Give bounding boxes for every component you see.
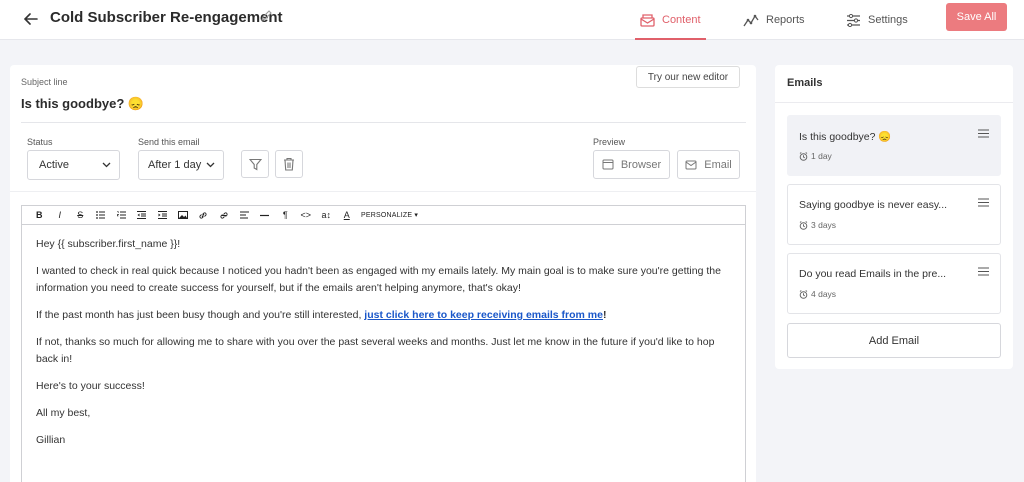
delete-button[interactable] bbox=[275, 150, 303, 178]
delay-label: 1 day bbox=[811, 151, 832, 161]
email-list-item[interactable]: Is this goodbye? 😞 1 day bbox=[787, 115, 1001, 176]
alarm-clock-icon bbox=[799, 151, 808, 161]
status-value: Active bbox=[39, 159, 69, 171]
alarm-clock-icon bbox=[799, 289, 808, 299]
numbered-list-icon[interactable] bbox=[111, 206, 132, 225]
drag-handle-icon[interactable] bbox=[978, 267, 989, 276]
pencil-icon[interactable] bbox=[260, 9, 274, 25]
tab-content[interactable]: Content bbox=[635, 0, 706, 40]
chart-icon bbox=[743, 14, 759, 26]
back-arrow-icon[interactable] bbox=[20, 8, 42, 30]
rich-text-editor[interactable]: B I S ¶ <> a↕ A PERSONALIZE ▾ Hey {{ sub… bbox=[21, 205, 746, 482]
sliders-icon bbox=[847, 13, 860, 27]
emails-sidebar: Emails Is this goodbye? 😞 1 day Saying g… bbox=[775, 65, 1013, 369]
email-delay: 1 day bbox=[799, 151, 832, 161]
email-delay: 3 days bbox=[799, 220, 836, 230]
status-select[interactable]: Active bbox=[27, 150, 120, 180]
email-list-item[interactable]: Do you read Emails in the pre... 4 days bbox=[787, 253, 1001, 314]
email-delay: 4 days bbox=[799, 289, 836, 299]
send-email-label: Send this email bbox=[138, 137, 200, 147]
tab-reports-label: Reports bbox=[766, 14, 805, 26]
subject-line-label: Subject line bbox=[21, 77, 68, 87]
divider bbox=[775, 102, 1013, 103]
body-paragraph: All my best, bbox=[36, 407, 91, 419]
greeting-text: Hey {{ subscriber.first_name }}! bbox=[36, 238, 181, 250]
divider bbox=[21, 122, 746, 123]
envelope-icon bbox=[685, 160, 697, 169]
body-paragraph: Here's to your success! bbox=[36, 380, 145, 392]
subject-line-input[interactable]: Is this goodbye? 😞 bbox=[21, 96, 144, 112]
bold-button[interactable]: B bbox=[29, 206, 50, 225]
page-title: Cold Subscriber Re-engagement bbox=[50, 9, 283, 26]
paragraph-button[interactable]: ¶ bbox=[275, 206, 296, 225]
text-span: ! bbox=[602, 309, 607, 321]
delay-label: 3 days bbox=[811, 220, 837, 230]
alarm-clock-icon bbox=[799, 220, 808, 230]
bullet-list-icon[interactable] bbox=[91, 206, 112, 225]
status-label: Status bbox=[27, 137, 53, 147]
tab-reports[interactable]: Reports bbox=[743, 0, 805, 40]
filter-icon bbox=[248, 158, 262, 170]
code-button[interactable]: <> bbox=[296, 206, 317, 225]
keep-receiving-link[interactable]: just click here to keep receiving emails… bbox=[364, 309, 603, 321]
font-color-button[interactable]: A bbox=[337, 206, 358, 225]
trash-icon bbox=[284, 157, 294, 171]
send-delay-select[interactable]: After 1 day bbox=[138, 150, 224, 180]
align-left-icon[interactable] bbox=[234, 206, 255, 225]
send-delay-value: After 1 day bbox=[148, 159, 202, 171]
drag-handle-icon[interactable] bbox=[978, 198, 989, 207]
chevron-down-icon bbox=[102, 162, 111, 168]
chevron-down-icon bbox=[206, 162, 215, 168]
unlink-icon[interactable] bbox=[214, 206, 235, 225]
strikethrough-button[interactable]: S bbox=[70, 206, 91, 225]
divider bbox=[10, 191, 756, 192]
personalize-dropdown[interactable]: PERSONALIZE ▾ bbox=[361, 211, 418, 219]
link-icon[interactable] bbox=[193, 206, 214, 225]
tab-settings[interactable]: Settings bbox=[846, 0, 908, 40]
text-span: If the past month has just been busy tho… bbox=[36, 309, 365, 321]
email-label: Email bbox=[704, 158, 732, 171]
top-bar: Cold Subscriber Re-engagement Content Re… bbox=[0, 0, 1024, 40]
editor-body[interactable]: Hey {{ subscriber.first_name }}! I wante… bbox=[22, 225, 745, 470]
save-all-button[interactable]: Save All bbox=[946, 3, 1007, 31]
editor-toolbar: B I S ¶ <> a↕ A PERSONALIZE ▾ bbox=[22, 206, 745, 225]
tab-content-label: Content bbox=[662, 14, 701, 26]
filter-button[interactable] bbox=[241, 150, 269, 178]
sidebar-title: Emails bbox=[787, 77, 823, 89]
email-editor-card: Subject line Is this goodbye? 😞 Try our … bbox=[10, 65, 756, 482]
body-paragraph: If the past month has just been busy tho… bbox=[36, 307, 731, 324]
drag-handle-icon[interactable] bbox=[978, 129, 989, 138]
browser-icon bbox=[602, 159, 614, 170]
try-new-editor-button[interactable]: Try our new editor bbox=[636, 66, 740, 88]
body-paragraph: I wanted to check in real quick because … bbox=[36, 265, 721, 294]
email-subject: Is this goodbye? 😞 bbox=[799, 131, 892, 143]
preview-label: Preview bbox=[593, 137, 626, 147]
browser-label: Browser bbox=[620, 158, 662, 171]
outdent-icon[interactable] bbox=[132, 206, 153, 225]
email-subject: Do you read Emails in the pre... bbox=[799, 268, 947, 280]
preview-email-button[interactable]: Email bbox=[677, 150, 740, 179]
signature: Gillian bbox=[36, 434, 66, 446]
envelope-icon bbox=[640, 13, 655, 27]
email-list-item[interactable]: Saying goodbye is never easy... 3 days bbox=[787, 184, 1001, 245]
preview-browser-button[interactable]: Browser bbox=[593, 150, 670, 179]
body-paragraph: If not, thanks so much for allowing me t… bbox=[36, 336, 715, 365]
horizontal-rule-icon[interactable] bbox=[255, 206, 276, 225]
image-icon[interactable] bbox=[173, 206, 194, 225]
font-size-button[interactable]: a↕ bbox=[316, 206, 337, 225]
tab-settings-label: Settings bbox=[868, 14, 908, 26]
delay-label: 4 days bbox=[811, 289, 837, 299]
email-subject: Saying goodbye is never easy... bbox=[799, 199, 948, 211]
add-email-button[interactable]: Add Email bbox=[787, 323, 1001, 358]
indent-icon[interactable] bbox=[152, 206, 173, 225]
italic-button[interactable]: I bbox=[50, 206, 71, 225]
